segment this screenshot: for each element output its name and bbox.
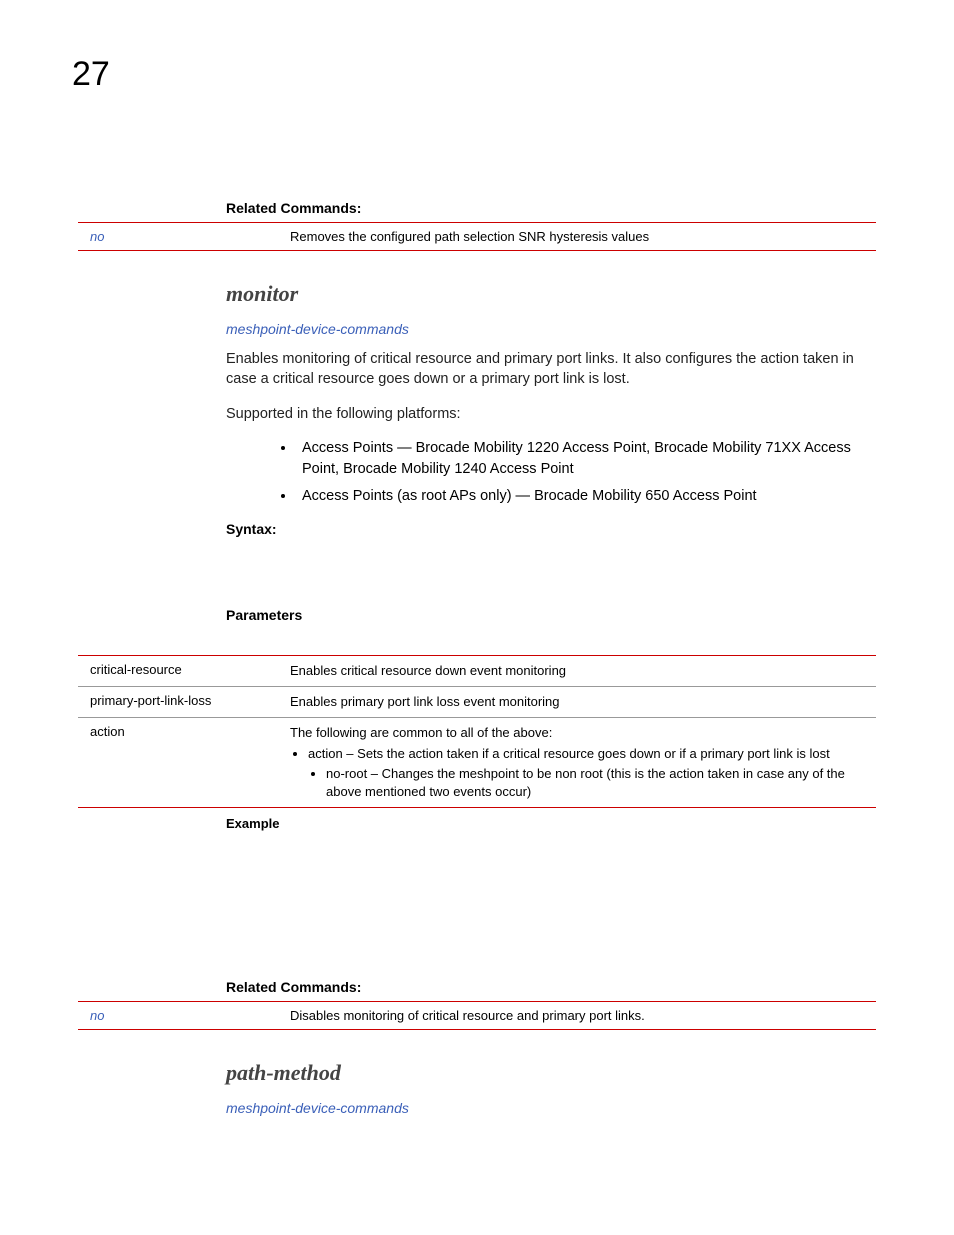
param-sublist-nested: no-root – Changes the meshpoint to be no… bbox=[326, 765, 876, 801]
list-item: action – Sets the action taken if a crit… bbox=[308, 745, 876, 763]
param-desc-intro: The following are common to all of the a… bbox=[290, 725, 552, 740]
paragraph: Supported in the following platforms: bbox=[226, 404, 876, 424]
paragraph: Enables monitoring of critical resource … bbox=[226, 349, 876, 390]
divider bbox=[78, 1029, 876, 1030]
table-row: no Disables monitoring of critical resou… bbox=[78, 1002, 876, 1029]
parameters-heading: Parameters bbox=[226, 607, 876, 623]
param-name: action bbox=[90, 724, 290, 801]
command-link[interactable]: no bbox=[90, 229, 290, 244]
command-link[interactable]: no bbox=[90, 1008, 290, 1023]
param-sublist: action – Sets the action taken if a crit… bbox=[308, 745, 876, 763]
page-number: 27 bbox=[72, 55, 110, 94]
param-desc: Enables primary port link loss event mon… bbox=[290, 693, 876, 711]
param-name: critical-resource bbox=[90, 662, 290, 680]
table-row: no Removes the configured path selection… bbox=[78, 223, 876, 250]
command-desc: Disables monitoring of critical resource… bbox=[290, 1008, 876, 1023]
related-commands-heading: Related Commands: bbox=[226, 979, 876, 995]
section-link[interactable]: meshpoint-device-commands bbox=[226, 1100, 876, 1116]
table-row: primary-port-link-loss Enables primary p… bbox=[78, 687, 876, 717]
section-link[interactable]: meshpoint-device-commands bbox=[226, 321, 876, 337]
param-desc: Enables critical resource down event mon… bbox=[290, 662, 876, 680]
param-name: primary-port-link-loss bbox=[90, 693, 290, 711]
platform-list: Access Points — Brocade Mobility 1220 Ac… bbox=[296, 438, 876, 507]
related-commands-table: no Disables monitoring of critical resou… bbox=[78, 1001, 876, 1030]
page-content: Related Commands: no Removes the configu… bbox=[78, 200, 876, 1128]
divider bbox=[78, 250, 876, 251]
related-commands-heading: Related Commands: bbox=[226, 200, 876, 216]
divider bbox=[78, 807, 876, 808]
list-item: Access Points (as root APs only) — Broca… bbox=[296, 486, 876, 507]
related-commands-table: no Removes the configured path selection… bbox=[78, 222, 876, 251]
section-title-monitor: monitor bbox=[226, 281, 876, 307]
command-desc: Removes the configured path selection SN… bbox=[290, 229, 876, 244]
param-desc: The following are common to all of the a… bbox=[290, 724, 876, 801]
syntax-heading: Syntax: bbox=[226, 521, 876, 537]
list-item: no-root – Changes the meshpoint to be no… bbox=[326, 765, 876, 801]
example-heading: Example bbox=[226, 816, 876, 831]
list-item: Access Points — Brocade Mobility 1220 Ac… bbox=[296, 438, 876, 480]
table-row: action The following are common to all o… bbox=[78, 718, 876, 807]
section-title-path-method: path-method bbox=[226, 1060, 876, 1086]
parameters-table: critical-resource Enables critical resou… bbox=[78, 655, 876, 808]
table-row: critical-resource Enables critical resou… bbox=[78, 656, 876, 686]
